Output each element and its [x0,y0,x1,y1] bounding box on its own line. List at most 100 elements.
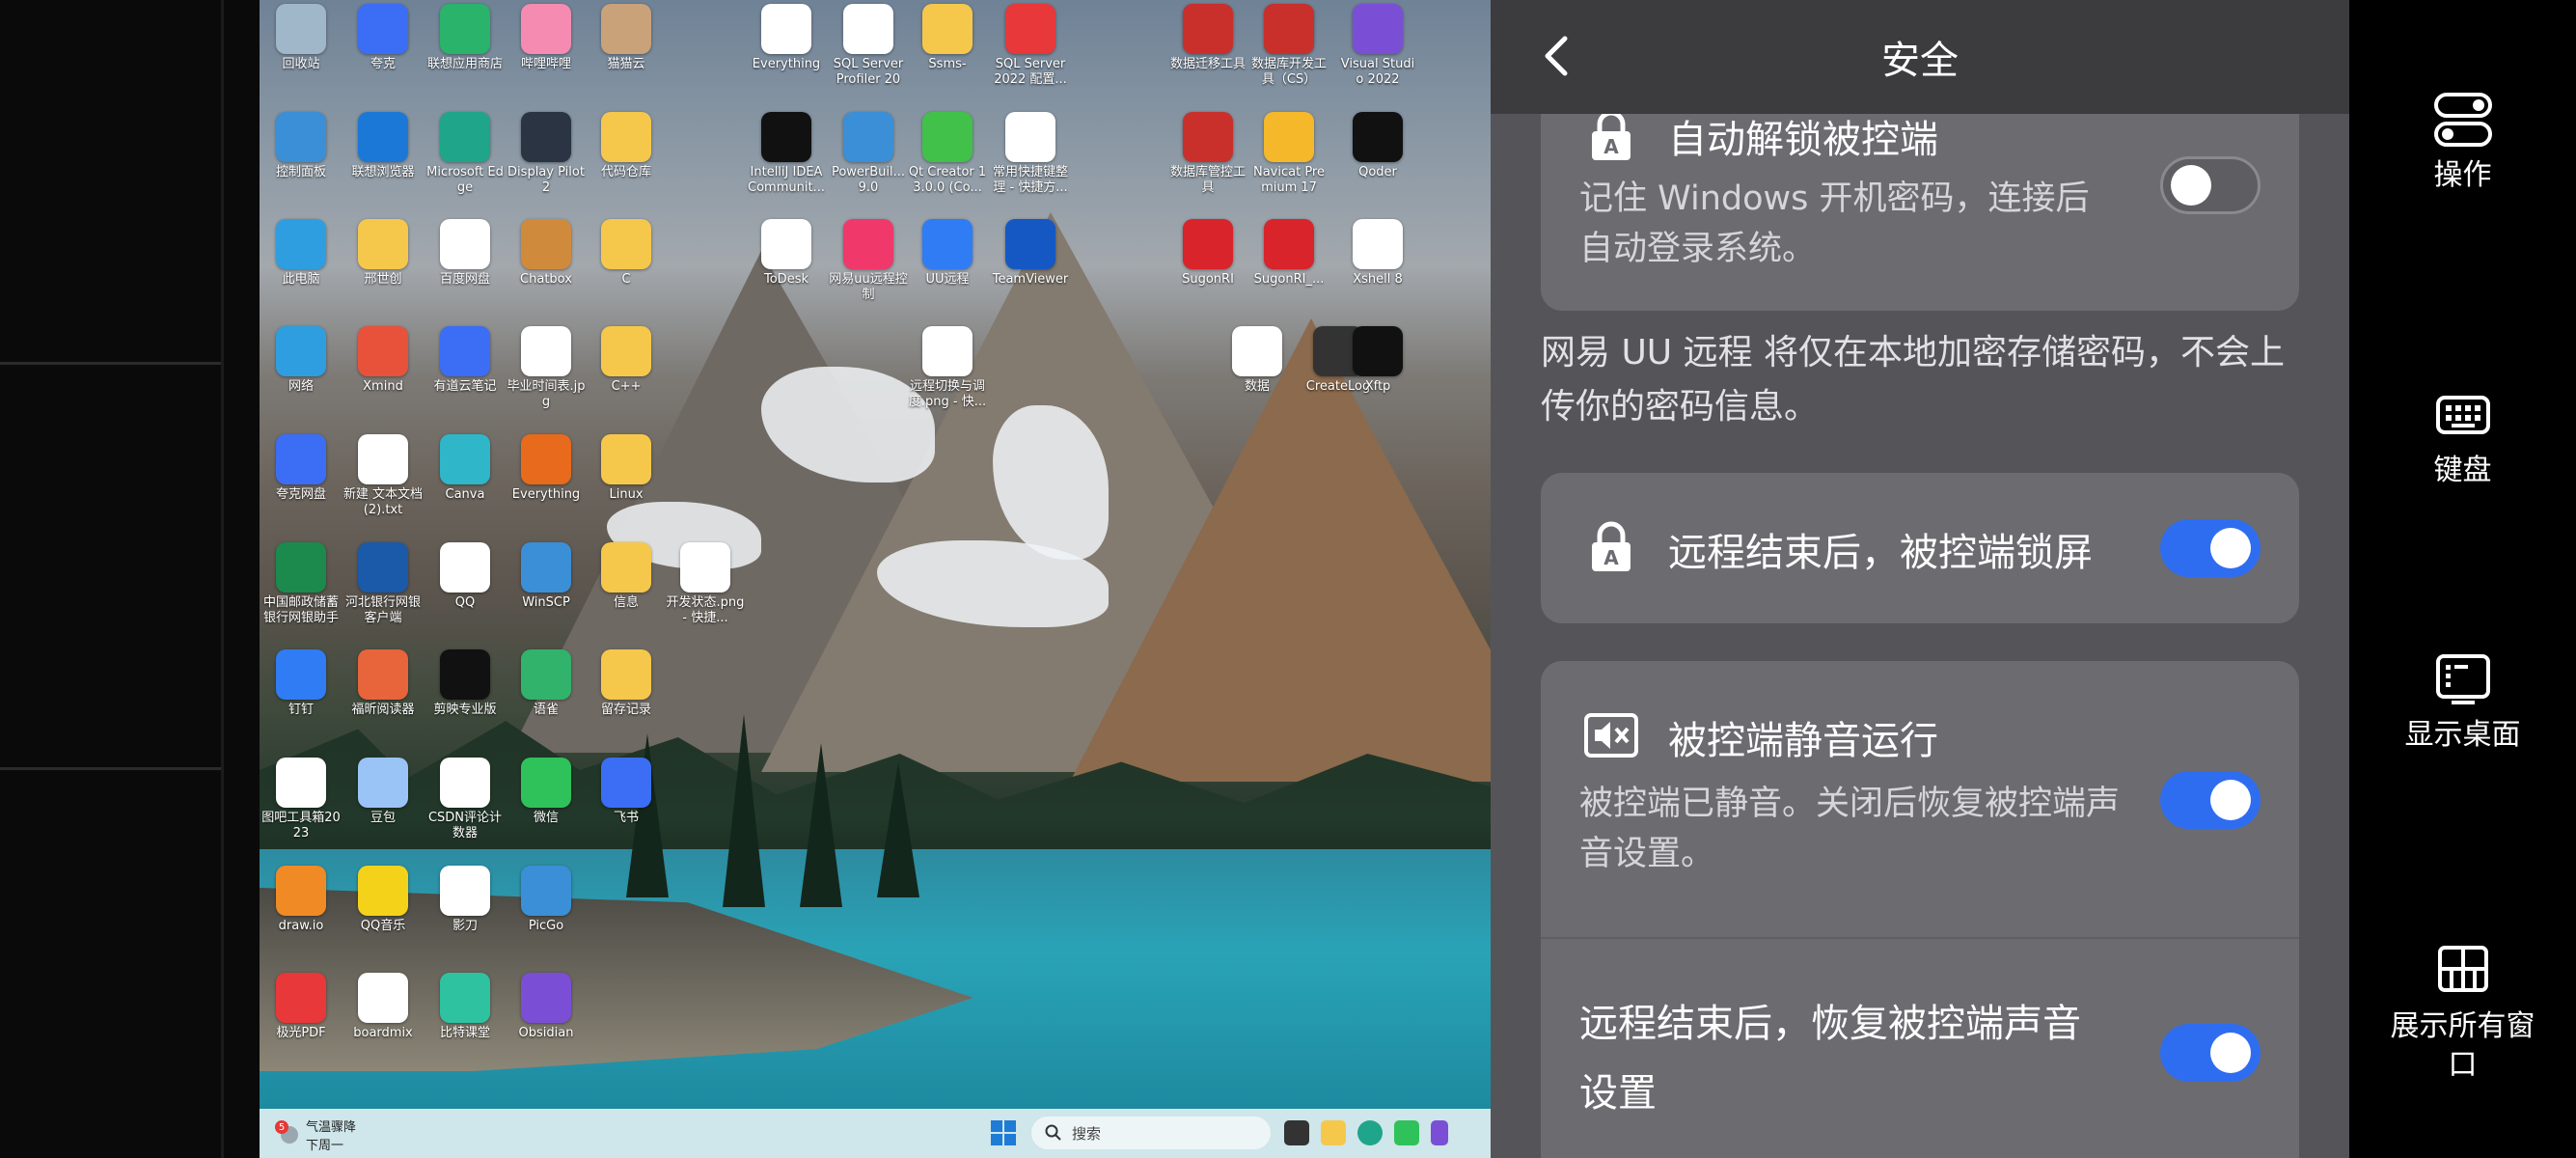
desktop-icon[interactable]: ToDesk [746,219,827,288]
desktop-icon[interactable]: Linux [586,434,667,503]
desktop-icon[interactable]: C [586,219,667,288]
weather-widget[interactable]: 5 气温骤降 下周一 [275,1117,356,1153]
desktop-icon-label: 联想应用商店 [426,57,503,71]
desktop-icon[interactable]: 剪映专业版 [425,649,506,718]
desktop-icon[interactable]: 夸克网盘 [260,434,342,503]
desktop-icon[interactable]: Everything [506,434,587,503]
desktop-icon[interactable]: QQ音乐 [343,866,424,934]
taskbar-search[interactable]: 搜索 [1031,1117,1271,1149]
desktop-icon[interactable]: 网易uu远程控制 [828,219,909,303]
desktop-icon[interactable]: 联想应用商店 [425,4,506,72]
file-explorer-icon[interactable] [1321,1120,1346,1145]
desktop-icon[interactable]: C++ [586,326,667,395]
desktop-icon-label: 福昕阅读器 [351,703,415,717]
tool-show-all-windows[interactable]: 展示所有窗口 [2349,940,2576,1085]
lock-after-remote-toggle[interactable] [2160,519,2261,577]
desktop-icon[interactable]: boardmix [343,973,424,1041]
desktop-icon[interactable]: WinSCP [506,542,587,611]
desktop-icon[interactable]: 邢世创 [343,219,424,288]
desktop-icon[interactable]: 控制面板 [260,112,342,180]
desktop-icon[interactable]: 数据迁移工具 [1167,4,1248,72]
desktop-icon[interactable]: 图吧工具箱2023 [260,758,342,841]
desktop-icon[interactable]: Obsidian [506,973,587,1041]
desktop-icon[interactable]: 豆包 [343,758,424,826]
desktop-icon[interactable]: 飞书 [586,758,667,826]
desktop-icon[interactable]: Xshell 8 [1337,219,1418,288]
task-view-icon[interactable] [1284,1120,1309,1145]
desktop-icon[interactable]: 中国邮政储蓄银行网银助手 [260,542,342,626]
tool-operation[interactable]: 操作 [2349,89,2576,195]
mute-remote-toggle[interactable] [2160,771,2261,829]
desktop-icon[interactable]: 福昕阅读器 [343,649,424,718]
desktop-icon[interactable]: PicGo [506,866,587,934]
desktop-icon[interactable]: TeamViewer [990,219,1071,288]
desktop-icon[interactable]: 数据 [1217,326,1298,395]
desktop-icon[interactable]: Xftp [1337,326,1418,395]
weather-badge: 5 [275,1120,288,1134]
desktop-icon[interactable]: Microsoft Edge [425,112,506,196]
desktop-icon[interactable]: Qoder [1337,112,1418,180]
desktop-icon-label: Canva [445,487,485,502]
desktop-icon[interactable]: Qt Creator 13.0.0 (Co... [907,112,988,196]
app-icon [843,112,893,162]
desktop-icon[interactable]: 影刀 [425,866,506,934]
app-icon [276,219,326,269]
tool-keyboard[interactable]: 键盘 [2349,384,2576,490]
tool-show-desktop[interactable]: 显示桌面 [2349,648,2576,755]
desktop-icon[interactable]: UU远程 [907,219,988,288]
desktop-icon[interactable]: Everything [746,4,827,72]
desktop-icon[interactable]: QQ [425,542,506,611]
desktop-icon[interactable]: 代码仓库 [586,112,667,180]
windows-start-icon[interactable] [991,1120,1016,1145]
desktop-icon[interactable]: 此电脑 [260,219,342,288]
desktop-icon[interactable]: 开发状态.png - 快捷... [665,542,746,626]
desktop-icon[interactable]: 毕业时间表.jpg [506,326,587,410]
desktop-icon[interactable]: 远程切换与调度.png - 快... [907,326,988,410]
desktop-icon[interactable]: 猫猫云 [586,4,667,72]
auto-unlock-toggle[interactable] [2160,156,2261,214]
desktop-icon-label: 网络 [288,379,314,394]
desktop-icon-label: 图吧工具箱2023 [261,811,341,841]
desktop-icon[interactable]: Navicat Premium 17 [1248,112,1329,196]
desktop-icon[interactable]: 哔哩哔哩 [506,4,587,72]
app-icon [761,219,811,269]
desktop-icon[interactable]: CSDN评论计数器 [425,758,506,841]
desktop-icon[interactable]: IntelliJ IDEA Communit... [746,112,827,196]
desktop-icon[interactable]: 联想浏览器 [343,112,424,180]
desktop-icon[interactable]: 钉钉 [260,649,342,718]
desktop-icon[interactable]: SQL Server 2022 配置... [990,4,1071,88]
desktop-icon[interactable]: 数据库管控工具 [1167,112,1248,196]
desktop-icon[interactable]: SugonRI [1167,219,1248,288]
desktop-icon[interactable]: draw.io [260,866,342,934]
desktop-icon[interactable]: 比特课堂 [425,973,506,1041]
desktop-icon[interactable]: 语雀 [506,649,587,718]
desktop-icon[interactable]: 回收站 [260,4,342,72]
desktop-icon[interactable]: PowerBuil... 9.0 [828,112,909,196]
wechat-icon[interactable] [1394,1120,1419,1145]
desktop-icon[interactable]: 留存记录 [586,649,667,718]
desktop-icon[interactable]: Display Pilot 2 [506,112,587,196]
desktop-icon[interactable]: 夸克 [343,4,424,72]
desktop-icon[interactable]: 数据库开发工具（CS） [1248,4,1329,88]
desktop-icon[interactable]: SQL Server Profiler 20 [828,4,909,88]
desktop-icon[interactable]: 新建 文本文档 (2).txt [343,434,424,518]
desktop-icon[interactable]: 百度网盘 [425,219,506,288]
desktop-icon[interactable]: 信息 [586,542,667,611]
desktop-icon[interactable]: Xmind [343,326,424,395]
desktop-icon[interactable]: 微信 [506,758,587,826]
desktop-icon[interactable]: 有道云笔记 [425,326,506,395]
obsidian-icon[interactable] [1431,1120,1448,1145]
remote-desktop[interactable]: 回收站 夸克 联想应用商店 哔哩哔哩 猫猫云控制面板 联想浏览器 Microsoft Edg… [260,0,1491,1109]
desktop-icon[interactable]: 河北银行网银客户端 [343,542,424,626]
desktop-icon[interactable]: 极光PDF [260,973,342,1041]
desktop-icon[interactable]: Canva [425,434,506,503]
desktop-icon[interactable]: Chatbox [506,219,587,288]
desktop-icon[interactable]: Visual Studio 2022 [1337,4,1418,88]
restore-sound-toggle[interactable] [2160,1024,2261,1082]
edge-icon[interactable] [1357,1120,1383,1145]
back-button[interactable] [1529,29,1583,83]
desktop-icon[interactable]: 网络 [260,326,342,395]
desktop-icon[interactable]: Ssms- [907,4,988,72]
desktop-icon[interactable]: 常用快捷键整理 - 快捷方... [990,112,1071,196]
desktop-icon[interactable]: SugonRI_... [1248,219,1329,288]
